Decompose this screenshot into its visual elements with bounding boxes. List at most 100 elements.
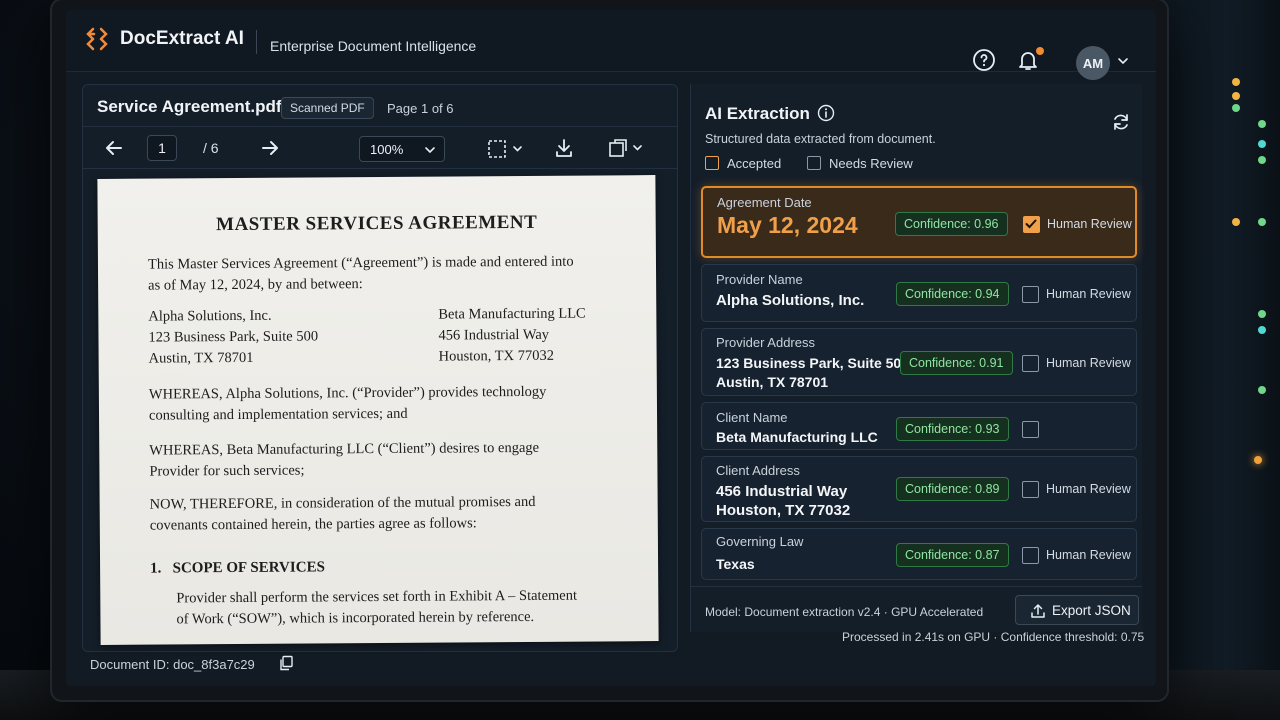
- legend-needs-review: Needs Review: [807, 156, 913, 171]
- prev-page-icon[interactable]: [103, 137, 125, 159]
- whereas-1-line-2: consulting and implementation services; …: [148, 405, 408, 424]
- download-icon[interactable]: [553, 137, 575, 159]
- field-label: Provider Address: [716, 335, 815, 350]
- human-review-label: Human Review: [1046, 548, 1131, 562]
- field-card-governing-law[interactable]: Governing Law Texas Confidence: 0.87 Hum…: [701, 528, 1137, 580]
- field-value: Beta Manufacturing LLC: [716, 429, 878, 445]
- document-viewer: Service Agreement.pdf Scanned PDF Page 1…: [82, 84, 678, 652]
- document-page: MASTER SERVICES AGREEMENT This Master Se…: [97, 175, 659, 645]
- extraction-description: Structured data extracted from document.: [705, 132, 936, 146]
- client-line-3: Houston, TX 77032: [438, 347, 555, 365]
- accepted-swatch: [705, 156, 719, 170]
- human-review-label: Human Review: [1046, 356, 1131, 370]
- export-json-button[interactable]: Export JSON: [1015, 595, 1139, 625]
- extraction-title: AI Extraction: [705, 104, 810, 123]
- confidence-badge: Confidence: 0.94: [896, 282, 1009, 306]
- info-icon[interactable]: [817, 104, 835, 122]
- field-label: Agreement Date: [717, 195, 812, 210]
- field-value: Alpha Solutions, Inc.: [716, 292, 865, 309]
- header-divider: [256, 30, 257, 54]
- field-label: Provider Name: [716, 272, 803, 287]
- monitor: DocExtract AI Enterprise Document Intell…: [52, 0, 1167, 700]
- notification-dot: [1036, 47, 1044, 55]
- title-divider: [373, 99, 374, 117]
- field-value-line-1: 123 Business Park, Suite 500: [716, 355, 909, 371]
- intro-line-1: This Master Services Agreement (“Agreeme…: [147, 253, 574, 273]
- provider-line-2: 123 Business Park, Suite 500: [148, 328, 319, 346]
- legend-needs-review-label: Needs Review: [829, 156, 913, 171]
- whereas-1-line-1: WHEREAS, Alpha Solutions, Inc. (“Provide…: [148, 383, 547, 403]
- field-card-agreement-date[interactable]: Agreement Date May 12, 2024 Confidence: …: [701, 186, 1137, 258]
- page-info: Page 1 of 6: [387, 101, 454, 116]
- human-review-label: Human Review: [1046, 482, 1131, 496]
- human-review-checkbox[interactable]: [1023, 216, 1040, 233]
- copy-icon[interactable]: [278, 655, 294, 671]
- confidence-badge: Confidence: 0.91: [900, 351, 1013, 375]
- document-title-bar: Service Agreement.pdf Scanned PDF Page 1…: [83, 85, 677, 127]
- legend-accepted: Accepted: [705, 156, 781, 171]
- field-value-line-2: Houston, TX 77032: [716, 502, 851, 519]
- confidence-badge: Confidence: 0.87: [896, 543, 1009, 567]
- chevron-down-icon: [425, 147, 435, 154]
- zoom-value: 100%: [370, 142, 404, 157]
- field-card-provider-name[interactable]: Provider Name Alpha Solutions, Inc. Conf…: [701, 264, 1137, 322]
- provider-line-1: Alpha Solutions, Inc.: [148, 307, 272, 325]
- field-value: Texas: [716, 556, 755, 572]
- rotate-page-icon[interactable]: [607, 137, 647, 159]
- legend-accepted-label: Accepted: [727, 156, 782, 171]
- human-review-label: Human Review: [1046, 287, 1131, 301]
- field-card-provider-address[interactable]: Provider Address 123 Business Park, Suit…: [701, 328, 1137, 396]
- now-therefore-line-1: NOW, THEREFORE, in consideration of the …: [149, 493, 536, 513]
- human-review-checkbox[interactable]: [1022, 547, 1039, 564]
- document-filename: Service Agreement.pdf: [97, 97, 282, 116]
- confidence-badge: Confidence: 0.93: [896, 417, 1009, 441]
- field-card-client-address[interactable]: Client Address 456 Industrial Way Housto…: [701, 456, 1137, 522]
- client-line-1: Beta Manufacturing LLC: [438, 305, 586, 323]
- needs-review-swatch: [807, 156, 821, 170]
- document-type-badge: Scanned PDF: [281, 97, 374, 119]
- field-card-client-name[interactable]: Client Name Beta Manufacturing LLC Confi…: [701, 402, 1137, 450]
- confidence-badge: Confidence: 0.89: [896, 477, 1009, 501]
- client-line-2: 456 Industrial Way: [438, 326, 550, 344]
- human-review-checkbox[interactable]: [1022, 481, 1039, 498]
- zoom-select[interactable]: 100%: [359, 136, 445, 162]
- chevron-down-icon[interactable]: [1116, 54, 1130, 68]
- human-review-checkbox[interactable]: [1022, 355, 1039, 372]
- whereas-2-line-1: WHEREAS, Beta Manufacturing LLC (“Client…: [149, 439, 540, 459]
- confidence-badge: Confidence: 0.96: [895, 212, 1008, 236]
- intro-line-2: as of May 12, 2024, by and between:: [148, 276, 363, 294]
- page-total: / 6: [203, 140, 219, 156]
- field-label: Client Name: [716, 410, 788, 425]
- section-heading: 1. SCOPE OF SERVICES: [150, 559, 325, 577]
- field-value: May 12, 2024: [717, 212, 858, 238]
- screen: DocExtract AI Enterprise Document Intell…: [66, 10, 1156, 686]
- human-review-checkbox[interactable]: [1022, 286, 1039, 303]
- human-review-label: Human Review: [1047, 217, 1132, 231]
- model-info: Model: Document extraction v2.4 · GPU Ac…: [705, 605, 984, 619]
- field-label: Client Address: [716, 463, 800, 478]
- logo-icon: [86, 27, 108, 51]
- field-value-line-1: 456 Industrial Way: [716, 483, 848, 500]
- section-line-2: of Work (“SOW”), which is incorporated h…: [176, 608, 535, 628]
- refresh-icon[interactable]: [1111, 112, 1131, 132]
- export-icon: [1031, 604, 1045, 618]
- processing-status: Processed in 2.41s on GPU · Confidence t…: [842, 630, 1145, 644]
- app-subtitle: Enterprise Document Intelligence: [270, 38, 477, 54]
- check-icon: [1025, 219, 1037, 229]
- page-number-input[interactable]: 1: [147, 135, 177, 161]
- export-json-label: Export JSON: [1052, 603, 1131, 618]
- help-icon[interactable]: [972, 48, 996, 72]
- avatar[interactable]: AM: [1076, 46, 1110, 80]
- field-value-line-2: Austin, TX 78701: [716, 374, 829, 390]
- now-therefore-line-2: covenants contained herein, the parties …: [149, 515, 477, 534]
- document-toolbar: 1 / 6 100%: [83, 127, 677, 169]
- human-review-checkbox[interactable]: [1022, 421, 1039, 438]
- page-title: MASTER SERVICES AGREEMENT: [216, 211, 538, 236]
- extraction-panel: AI Extraction Structured data extracted …: [690, 84, 1142, 632]
- background-server-rack: [1150, 0, 1280, 720]
- whereas-2-line-2: Provider for such services;: [149, 462, 305, 480]
- document-id: Document ID: doc_8f3a7c29: [90, 657, 255, 672]
- fit-page-icon[interactable]: [487, 138, 527, 160]
- next-page-icon[interactable]: [259, 137, 281, 159]
- section-line-1: Provider shall perform the services set …: [176, 587, 578, 607]
